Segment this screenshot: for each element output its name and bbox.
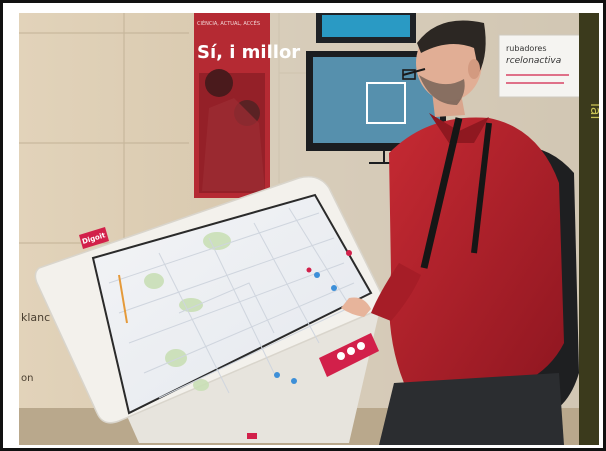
bottom-badge <box>247 433 257 439</box>
kiosk-photo: CIÈNCIA, ACTUAL, ACCÉS Sí, i millor ruba… <box>19 13 599 445</box>
poster-headline: Sí, i millor <box>197 42 300 63</box>
sign-line1: rubadores <box>506 44 547 53</box>
wall-fragment-left-lower: on <box>21 373 33 384</box>
monitor-top <box>316 13 416 43</box>
poster-kicker: CIÈNCIA, ACTUAL, ACCÉS <box>197 19 260 27</box>
sign-line2: rcelonactiva <box>506 56 561 66</box>
poster <box>194 13 270 198</box>
right-column <box>579 13 599 445</box>
photo-frame: CIÈNCIA, ACTUAL, ACCÉS Sí, i millor ruba… <box>0 0 606 451</box>
wall-fragment-right: ial <box>587 103 599 119</box>
scene: CIÈNCIA, ACTUAL, ACCÉS Sí, i millor ruba… <box>19 13 599 445</box>
wall-fragment-left-upper: klanc <box>21 311 50 324</box>
